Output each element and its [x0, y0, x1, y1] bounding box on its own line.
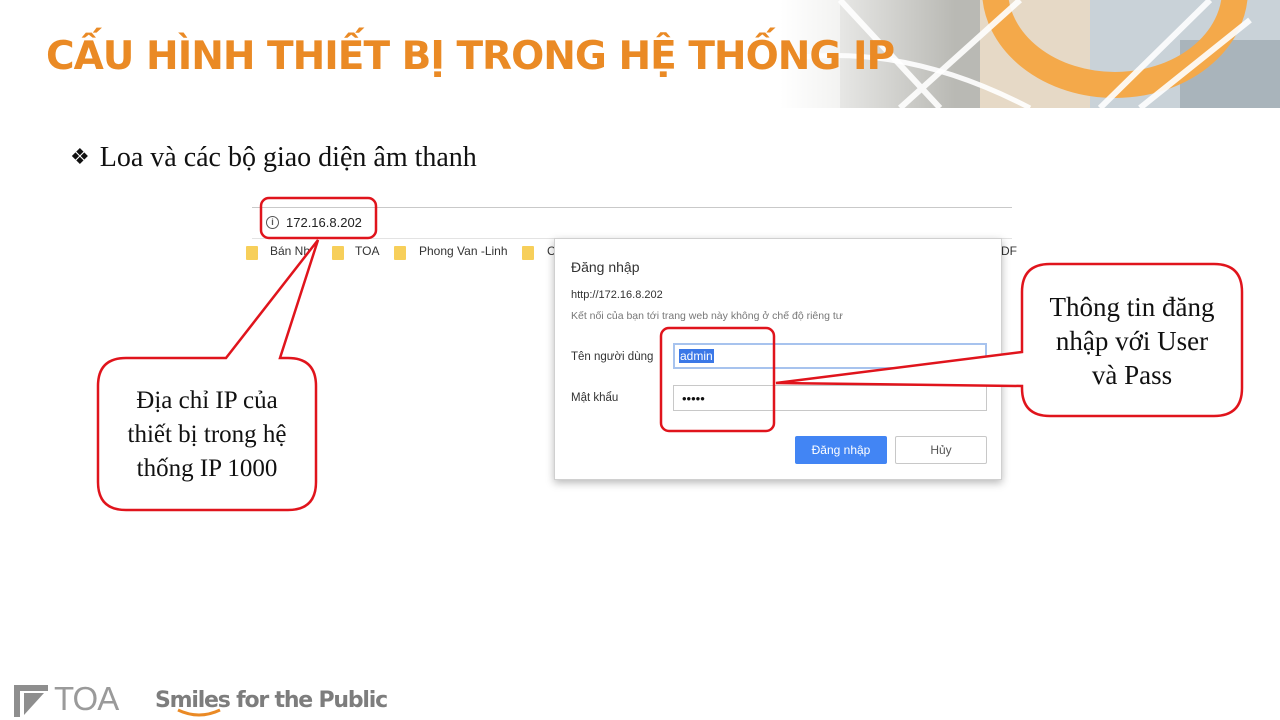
- login-callout-line: và Pass: [1091, 360, 1173, 390]
- ip-callout-line: thiết bị trong hệ: [127, 421, 287, 448]
- smile-arc-icon: [177, 708, 221, 717]
- login-callout-line: Thông tin đăng: [1049, 292, 1215, 322]
- ip-callout-line: thống IP 1000: [136, 455, 278, 482]
- toa-logo-icon: [14, 685, 48, 717]
- login-callout-text: Thông tin đăng nhập với User và Pass: [1024, 290, 1240, 392]
- credentials-highlight-box: [659, 326, 776, 433]
- ip-callout-line: Địa chỉ IP của: [136, 387, 278, 414]
- url-highlight-box: [259, 196, 378, 240]
- login-callout-line: nhập với User: [1055, 326, 1209, 356]
- toa-brand: TOA: [54, 680, 119, 717]
- ip-callout-text: Địa chỉ IP của thiết bị trong hệ thống I…: [100, 384, 314, 486]
